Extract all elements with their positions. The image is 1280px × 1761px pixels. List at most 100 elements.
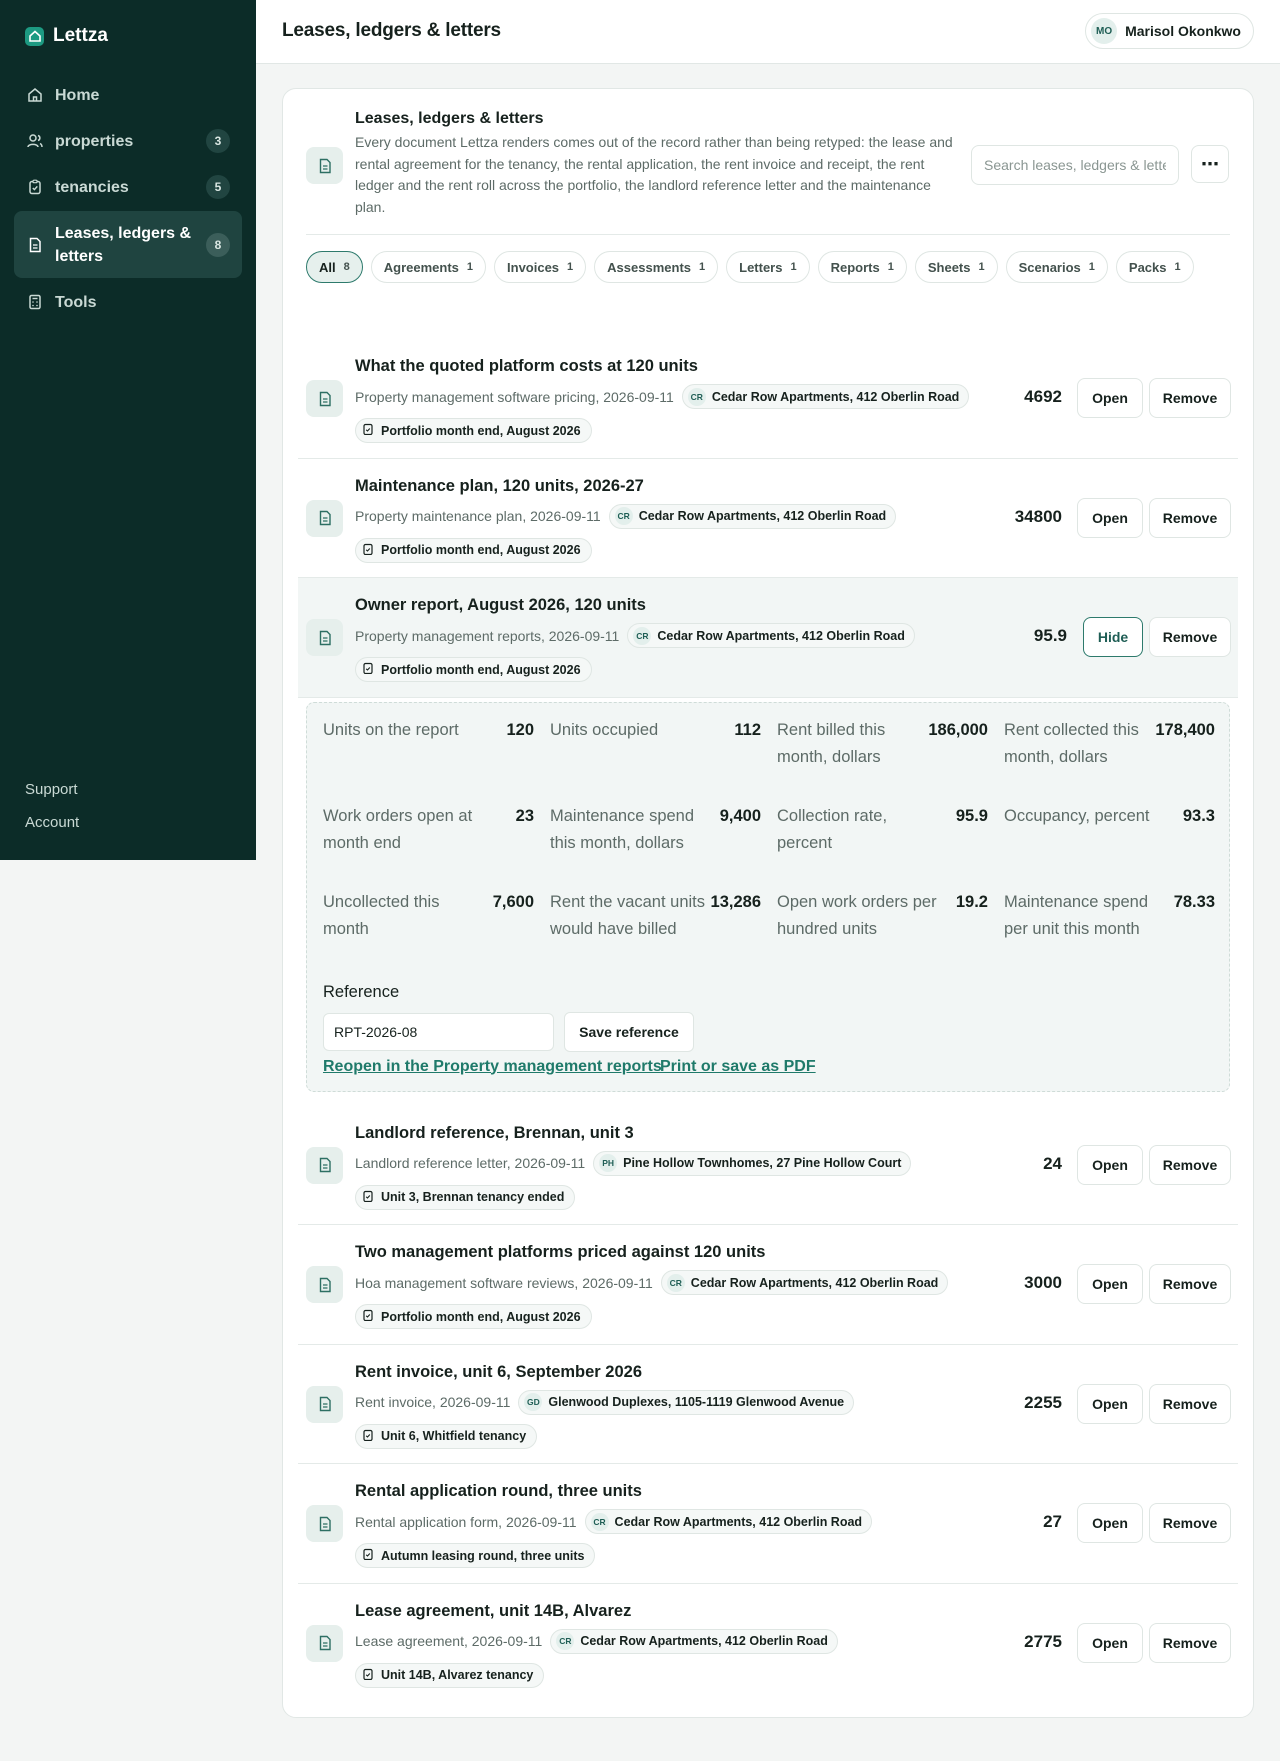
metric-label: Uncollected this month	[323, 892, 440, 938]
document-title: Lease agreement, unit 14B, Alvarez	[355, 1601, 632, 1620]
remove-button[interactable]: Remove	[1149, 617, 1231, 657]
property-name: Glenwood Duplexes, 1105-1119 Glenwood Av…	[548, 1395, 845, 1409]
support-link[interactable]: Support	[25, 781, 79, 798]
sidebar-item-tools[interactable]: Tools	[14, 280, 242, 324]
context-tag[interactable]: Portfolio month end, August 2026	[355, 418, 592, 443]
document-icon	[26, 236, 44, 254]
report-detail-panel: Units on the report 120 Units occupied 112…	[306, 701, 1230, 1092]
context-tag[interactable]: Portfolio month end, August 2026	[355, 1304, 592, 1329]
document-meta: Lease agreement, 2026-09-11 CR Cedar Row …	[355, 1628, 838, 1654]
property-pill[interactable]: CR Cedar Row Apartments, 412 Oberlin Road	[681, 384, 970, 409]
reference-input[interactable]	[323, 1012, 554, 1051]
open-button[interactable]: Open	[1077, 1503, 1143, 1543]
chip-count: 1	[466, 261, 474, 273]
sidebar-item-home[interactable]: Home	[14, 73, 242, 117]
document-row: Landlord reference, Brennan, unit 3 Land…	[298, 1106, 1238, 1225]
metric: Rent billed this month, dollars 186,000	[777, 717, 988, 803]
avatar: MO	[1091, 18, 1118, 44]
property-name: Pine Hollow Townhomes, 27 Pine Hollow Co…	[623, 1156, 902, 1170]
context-tag[interactable]: Portfolio month end, August 2026	[355, 657, 592, 682]
more-options-button[interactable]: ⋯	[1191, 145, 1229, 183]
account-link[interactable]: Account	[25, 814, 79, 831]
context-tag[interactable]: Autumn leasing round, three units	[355, 1543, 596, 1568]
metric-value: 186,000	[928, 720, 988, 739]
filter-chip-packs[interactable]: Packs 1	[1115, 251, 1194, 283]
remove-button[interactable]: Remove	[1149, 1264, 1231, 1304]
document-title: What the quoted platform costs at 120 un…	[355, 357, 698, 375]
property-pill[interactable]: CR Cedar Row Apartments, 412 Oberlin Road	[660, 1270, 949, 1295]
document-title: Rent invoice, unit 6, September 2026	[355, 1362, 643, 1381]
metric: Rent the vacant units would have billed 1…	[550, 889, 761, 975]
property-pill[interactable]: PH Pine Hollow Townhomes, 27 Pine Hollow …	[593, 1150, 912, 1176]
property-pill[interactable]: GD Glenwood Duplexes, 1105-1119 Glenwood …	[518, 1389, 855, 1415]
chip-label: Reports	[830, 259, 880, 275]
open-button[interactable]: Open	[1077, 1622, 1143, 1663]
tag-label: Unit 3, Brennan tenancy ended	[381, 1190, 565, 1204]
clipboard-icon	[363, 1429, 373, 1444]
chip-label: Assessments	[607, 259, 691, 275]
sidebar-footer: Support Account	[25, 781, 79, 847]
open-button[interactable]: Open	[1077, 378, 1143, 418]
open-button[interactable]: Open	[1077, 1144, 1143, 1185]
remove-button[interactable]: Remove	[1149, 1503, 1231, 1543]
filter-chip-letters[interactable]: Letters 1	[726, 251, 810, 283]
chip-label: Scenarios	[1018, 259, 1081, 275]
filter-chip-assessments[interactable]: Assessments 1	[594, 251, 719, 283]
document-list: What the quoted platform costs at 120 un…	[298, 339, 1238, 1703]
metric-value: 112	[734, 720, 761, 739]
metric-label: Occupancy, percent	[1004, 806, 1150, 825]
property-pill[interactable]: CR Cedar Row Apartments, 412 Oberlin Road	[608, 503, 897, 529]
sidebar-item-documents[interactable]: Leases, ledgers & letters 8	[14, 211, 242, 278]
filter-chip-agreements[interactable]: Agreements 1	[370, 251, 487, 283]
open-button[interactable]: Open	[1077, 1264, 1143, 1304]
tag-label: Portfolio month end, August 2026	[381, 543, 581, 557]
logo-icon	[25, 26, 44, 46]
filter-chip-reports[interactable]: Reports 1	[817, 251, 907, 283]
property-pill[interactable]: CR Cedar Row Apartments, 412 Oberlin Road	[584, 1509, 873, 1534]
document-meta: Hoa management software reviews, 2026-09…	[355, 1270, 949, 1295]
document-title: Rental application round, three units	[355, 1482, 642, 1500]
clipboard-icon	[363, 662, 373, 677]
property-pill[interactable]: CR Cedar Row Apartments, 412 Oberlin Road	[627, 623, 915, 648]
search-input[interactable]	[971, 145, 1179, 185]
remove-button[interactable]: Remove	[1149, 497, 1231, 538]
metric-value: 120	[506, 720, 534, 739]
context-tag[interactable]: Unit 6, Whitfield tenancy	[355, 1423, 538, 1449]
property-pill[interactable]: CR Cedar Row Apartments, 412 Oberlin Road	[550, 1628, 838, 1654]
remove-button[interactable]: Remove	[1149, 1383, 1231, 1424]
hide-button[interactable]: Hide	[1083, 617, 1143, 657]
metric-label: Collection rate, percent	[777, 806, 888, 852]
chip-count: 1	[978, 261, 985, 273]
count-badge: 5	[206, 175, 230, 199]
filter-chip-scenarios[interactable]: Scenarios 1	[1005, 251, 1108, 283]
document-meta: Property management software pricing, 20…	[355, 384, 970, 409]
open-button[interactable]: Open	[1077, 497, 1143, 538]
property-name: Cedar Row Apartments, 412 Oberlin Road	[614, 1514, 863, 1529]
sidebar-item-properties[interactable]: properties 3	[14, 119, 242, 163]
context-tag[interactable]: Unit 14B, Alvarez tenancy	[355, 1662, 545, 1688]
metric-value: 78.33	[1173, 892, 1215, 911]
remove-button[interactable]: Remove	[1149, 1144, 1231, 1185]
filter-chip-sheets[interactable]: Sheets 1	[914, 251, 998, 283]
open-button[interactable]: Open	[1077, 1383, 1143, 1424]
context-tag[interactable]: Portfolio month end, August 2026	[355, 537, 592, 563]
reopen-link[interactable]: Reopen in the Property management report…	[323, 1058, 662, 1076]
reference-label: Reference	[323, 982, 400, 1001]
sidebar-item-tenancies[interactable]: tenancies 5	[14, 165, 242, 209]
property-code: CR	[666, 1273, 685, 1292]
context-tag[interactable]: Unit 3, Brennan tenancy ended	[355, 1184, 576, 1210]
remove-button[interactable]: Remove	[1149, 1622, 1231, 1663]
page-title: Leases, ledgers & letters	[282, 20, 501, 41]
user-menu[interactable]: MO Marisol Okonkwo	[1085, 13, 1254, 49]
filter-chip-invoices[interactable]: Invoices 1	[494, 251, 587, 283]
metric-label: Rent billed this month, dollars	[777, 720, 886, 766]
print-pdf-link[interactable]: Print or save as PDF	[660, 1058, 816, 1076]
property-code: CR	[590, 1512, 609, 1531]
save-reference-button[interactable]: Save reference	[564, 1011, 694, 1052]
remove-button[interactable]: Remove	[1149, 378, 1231, 418]
documents-card: Leases, ledgers & letters Every document…	[282, 88, 1254, 1718]
tag-label: Portfolio month end, August 2026	[381, 423, 581, 438]
document-row: Rental application round, three units Re…	[298, 1464, 1238, 1584]
filter-chip-all[interactable]: All 8	[306, 251, 363, 283]
brand[interactable]: Lettza	[25, 25, 108, 47]
